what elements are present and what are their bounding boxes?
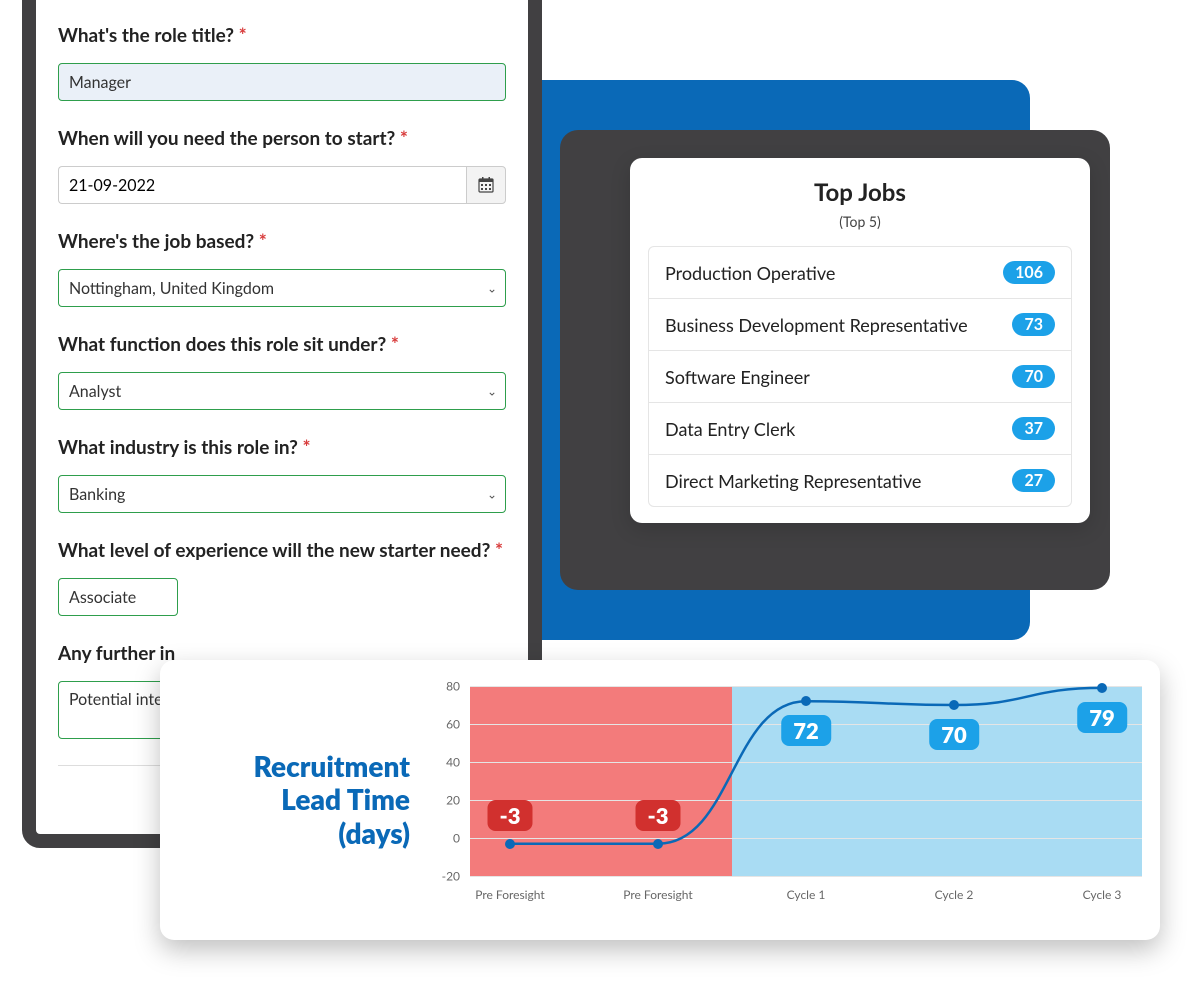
chart-value-label: 70 [929, 719, 979, 750]
job-count-badge: 27 [1012, 469, 1055, 492]
function-value: Analyst [69, 382, 121, 401]
experience-input[interactable]: Associate [58, 578, 178, 616]
role-title-input[interactable]: Manager [58, 63, 506, 101]
job-name: Production Operative [665, 262, 835, 284]
industry-select[interactable]: Banking ⌄ [58, 475, 506, 513]
chart-x-tick: Pre Foresight [623, 887, 692, 902]
job-name: Data Entry Clerk [665, 418, 795, 440]
chart-value-label: 79 [1077, 702, 1127, 733]
chart-area: -20 0 20 40 60 80 -3 Pre Foresight -3 Pre Foresig… [420, 660, 1160, 940]
function-select[interactable]: Analyst ⌄ [58, 372, 506, 410]
job-count-badge: 106 [1003, 261, 1055, 284]
location-select[interactable]: Nottingham, United Kingdom ⌄ [58, 269, 506, 307]
chart-x-tick: Pre Foresight [475, 887, 544, 902]
chevron-down-icon: ⌄ [487, 487, 497, 502]
job-count-badge: 73 [1012, 313, 1055, 336]
list-item: Production Operative 106 [649, 247, 1071, 298]
job-count-badge: 37 [1012, 417, 1055, 440]
start-date-label: When will you need the person to start? … [58, 127, 506, 150]
top-jobs-title: Top Jobs [648, 178, 1072, 207]
list-item: Direct Marketing Representative 27 [649, 454, 1071, 506]
industry-label: What industry is this role in? * [58, 436, 506, 459]
job-name: Software Engineer [665, 366, 810, 388]
chart-y-tick: 20 [428, 793, 460, 808]
list-item: Data Entry Clerk 37 [649, 402, 1071, 454]
chevron-down-icon: ⌄ [487, 281, 497, 296]
chart-point [801, 696, 811, 706]
chart-value-label: -3 [488, 800, 533, 831]
lead-time-chart-card: RecruitmentLead Time(days) -20 0 20 40 60 80 -… [160, 660, 1160, 940]
chart-y-tick: 60 [428, 717, 460, 732]
job-name: Business Development Representative [665, 314, 968, 336]
chart-x-tick: Cycle 1 [787, 887, 826, 902]
location-label: Where's the job based? * [58, 230, 506, 253]
chart-y-tick: -20 [428, 869, 460, 884]
chart-y-tick: 0 [428, 831, 460, 846]
top-jobs-card: Top Jobs (Top 5) Production Operative 10… [630, 158, 1090, 523]
function-label: What function does this role sit under? … [58, 333, 506, 356]
industry-value: Banking [69, 485, 125, 504]
experience-label: What level of experience will the new st… [58, 539, 506, 562]
list-item: Software Engineer 70 [649, 350, 1071, 402]
start-date-input[interactable]: 21-09-2022 [58, 166, 466, 204]
chart-point [1097, 683, 1107, 693]
chart-gridline [470, 876, 1142, 877]
chart-value-label: 72 [781, 715, 831, 746]
chevron-down-icon: ⌄ [487, 384, 497, 399]
list-item: Business Development Representative 73 [649, 298, 1071, 350]
job-name: Direct Marketing Representative [665, 470, 921, 492]
chart-value-label: -3 [636, 800, 681, 831]
top-jobs-list: Production Operative 106 Business Develo… [648, 246, 1072, 507]
location-value: Nottingham, United Kingdom [69, 279, 274, 298]
chart-y-tick: 40 [428, 755, 460, 770]
role-title-label: What's the role title? * [58, 24, 506, 47]
chart-x-tick: Cycle 2 [935, 887, 974, 902]
chart-point [653, 839, 663, 849]
calendar-icon[interactable] [466, 166, 506, 204]
chart-y-tick: 80 [428, 679, 460, 694]
chart-plot: -20020406080-3Pre Foresight-3Pre Foresig… [470, 686, 1142, 876]
job-count-badge: 70 [1012, 365, 1055, 388]
chart-title: RecruitmentLead Time(days) [254, 750, 410, 851]
chart-point [505, 839, 515, 849]
chart-x-tick: Cycle 3 [1083, 887, 1122, 902]
top-jobs-subtitle: (Top 5) [648, 213, 1072, 230]
chart-point [949, 700, 959, 710]
